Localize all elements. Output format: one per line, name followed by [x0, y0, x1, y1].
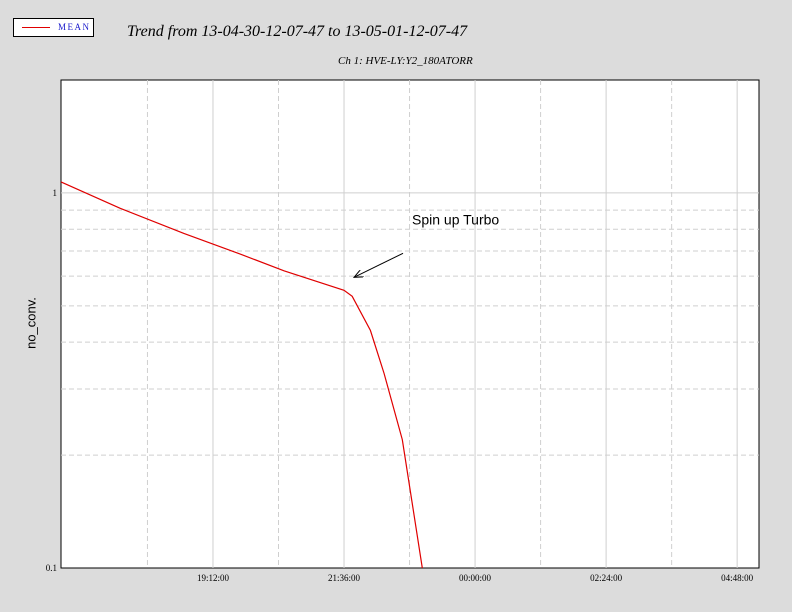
x-tick-label: 04:48:00: [721, 573, 754, 583]
x-tick-label: 21:36:00: [328, 573, 361, 583]
x-tick-label: 00:00:00: [459, 573, 492, 583]
x-tick-label: 02:24:00: [590, 573, 623, 583]
annotation-text: Spin up Turbo: [412, 211, 499, 227]
y-tick-label: 0.1: [46, 563, 57, 573]
trend-chart: 19:12:00 21:36:00 00:00:00 02:24:00 04:48:00…: [46, 79, 760, 583]
x-tick-label: 19:12:00: [197, 573, 230, 583]
y-tick-label: 1: [53, 188, 58, 198]
